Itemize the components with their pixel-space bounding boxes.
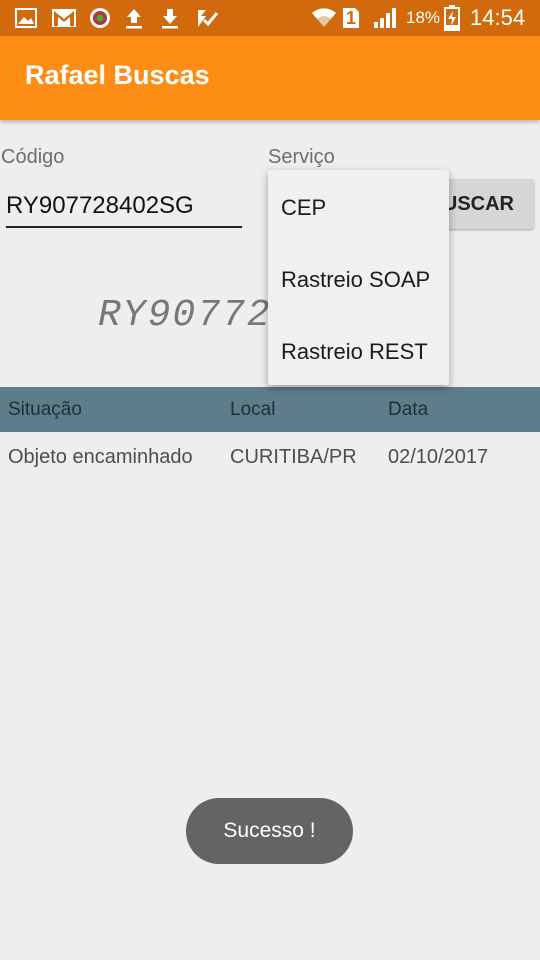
clock: 14:54 <box>470 5 526 30</box>
wifi-icon <box>310 6 338 30</box>
upload-icon <box>122 6 146 30</box>
cell-local: CURITIBA/PR <box>230 446 357 468</box>
gallery-icon <box>14 6 38 30</box>
app-badge-icon <box>88 6 112 30</box>
app-bar: Rafael Buscas <box>0 36 540 120</box>
battery-charging-icon <box>443 5 461 31</box>
dropdown-item-cep[interactable]: CEP <box>281 195 326 221</box>
cell-data: 02/10/2017 <box>388 446 489 468</box>
app-title: Rafael Buscas <box>25 60 210 90</box>
signal-icon <box>372 6 398 30</box>
servico-dropdown: CEP Rastreio SOAP Rastreio REST <box>268 170 449 385</box>
status-bar: 1 18% 14:54 <box>0 0 540 36</box>
dropdown-item-rastreio-soap[interactable]: Rastreio SOAP <box>281 267 430 293</box>
dropdown-item-rastreio-rest[interactable]: Rastreio REST <box>281 339 428 365</box>
download-icon <box>158 6 182 30</box>
buscar-button-label: USCAR <box>442 192 514 215</box>
cell-situacao: Objeto encaminhado <box>8 446 193 468</box>
check-icon <box>194 6 220 30</box>
header-local: Local <box>230 399 276 420</box>
table-row[interactable]: Objeto encaminhado CURITIBA/PR 02/10/201… <box>0 432 540 480</box>
header-data: Data <box>388 399 429 420</box>
battery-percent: 18% <box>406 8 441 27</box>
gmail-icon <box>50 6 78 30</box>
codigo-input[interactable] <box>6 186 242 228</box>
barcode-text: RY90772 <box>98 294 272 337</box>
sim-slot-number: 1 <box>345 8 356 28</box>
header-situacao: Situação <box>8 399 82 420</box>
codigo-label: Código <box>1 146 65 168</box>
toast-message: Sucesso ! <box>186 798 353 864</box>
servico-label: Serviço <box>268 146 335 168</box>
toast-text: Sucesso ! <box>223 819 316 842</box>
table-header: Situação Local Data <box>0 387 540 432</box>
